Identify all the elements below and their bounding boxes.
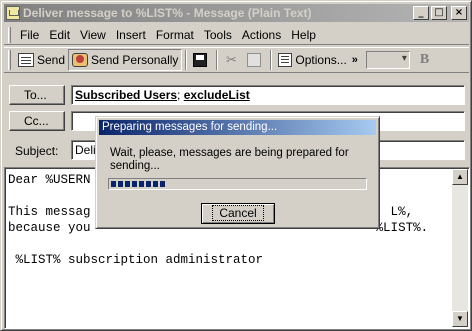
menu-tools[interactable]: Tools [199, 28, 237, 42]
message-icon [6, 6, 20, 20]
options-button[interactable]: Options... [275, 49, 349, 71]
close-button[interactable]: × [451, 6, 467, 20]
send-button[interactable]: Send [15, 49, 68, 71]
dialog-message: Wait, please, messages are being prepare… [110, 147, 349, 172]
options-icon [278, 53, 293, 67]
options-label: Options... [295, 53, 347, 67]
recipient[interactable]: excludeList [184, 88, 250, 102]
menu-help[interactable]: Help [286, 28, 321, 42]
cc-button[interactable]: Cc... [9, 111, 65, 131]
maximize-button[interactable]: □ [431, 6, 447, 20]
recipient-separator: ; [177, 88, 184, 102]
progress-dialog: Preparing messages for sending... Wait, … [95, 116, 380, 229]
save-button[interactable] [190, 49, 213, 71]
menu-file[interactable]: File [15, 28, 44, 42]
subject-label: Subject: [15, 144, 59, 158]
to-button[interactable]: To... [9, 85, 65, 105]
copy-icon [247, 53, 262, 67]
font-size-dropdown[interactable] [365, 51, 410, 69]
toolbar-separator [216, 50, 219, 70]
send-icon [18, 53, 34, 67]
minimize-button[interactable]: _ [413, 6, 429, 20]
body-line [8, 236, 453, 252]
standard-toolbar: Send Send Personally ✂ Options... » B [4, 47, 469, 73]
cancel-label: Cancel [212, 205, 264, 221]
progress-fill [111, 181, 167, 187]
toolbar-separator [185, 50, 188, 70]
send-personally-button[interactable]: Send Personally [68, 49, 183, 71]
window-title: Deliver message to %LIST% - Message (Pla… [23, 6, 312, 20]
toolbar-grip[interactable] [8, 50, 11, 70]
menu-bar: File Edit View Insert Format Tools Actio… [4, 25, 469, 45]
menu-insert[interactable]: Insert [111, 28, 151, 42]
menubar-grip[interactable] [8, 26, 11, 43]
menu-format[interactable]: Format [151, 28, 199, 42]
send-personally-label: Send Personally [91, 53, 179, 67]
cancel-button[interactable]: Cancel [201, 203, 275, 224]
cc-row: Cc... [9, 110, 65, 132]
body-line: %LIST% subscription administrator [8, 253, 264, 267]
scroll-up-arrow-icon[interactable]: ▲ [452, 169, 468, 185]
recipient[interactable]: Subscribed Users [75, 88, 177, 102]
scissors-icon: ✂ [225, 52, 237, 67]
send-personally-icon [72, 53, 89, 67]
bold-button[interactable]: B [420, 52, 429, 68]
toolbar-separator [270, 50, 273, 70]
toolbar-overflow-chevron[interactable]: » [350, 54, 360, 66]
send-label: Send [37, 53, 66, 67]
scroll-down-arrow-icon[interactable]: ▼ [452, 311, 468, 327]
cut-button[interactable]: ✂ [221, 49, 244, 71]
menu-edit[interactable]: Edit [44, 28, 75, 42]
to-row: To... [9, 84, 65, 106]
progress-bar [108, 178, 367, 190]
to-field[interactable]: Subscribed Users; excludeList [71, 85, 465, 105]
save-icon [193, 53, 208, 67]
vertical-scrollbar[interactable]: ▲ ▼ [452, 169, 468, 327]
copy-button[interactable] [244, 49, 267, 71]
dialog-title[interactable]: Preparing messages for sending... [99, 120, 376, 135]
menu-actions[interactable]: Actions [237, 28, 286, 42]
menu-view[interactable]: View [75, 28, 111, 42]
title-bar[interactable]: Deliver message to %LIST% - Message (Pla… [4, 4, 469, 22]
